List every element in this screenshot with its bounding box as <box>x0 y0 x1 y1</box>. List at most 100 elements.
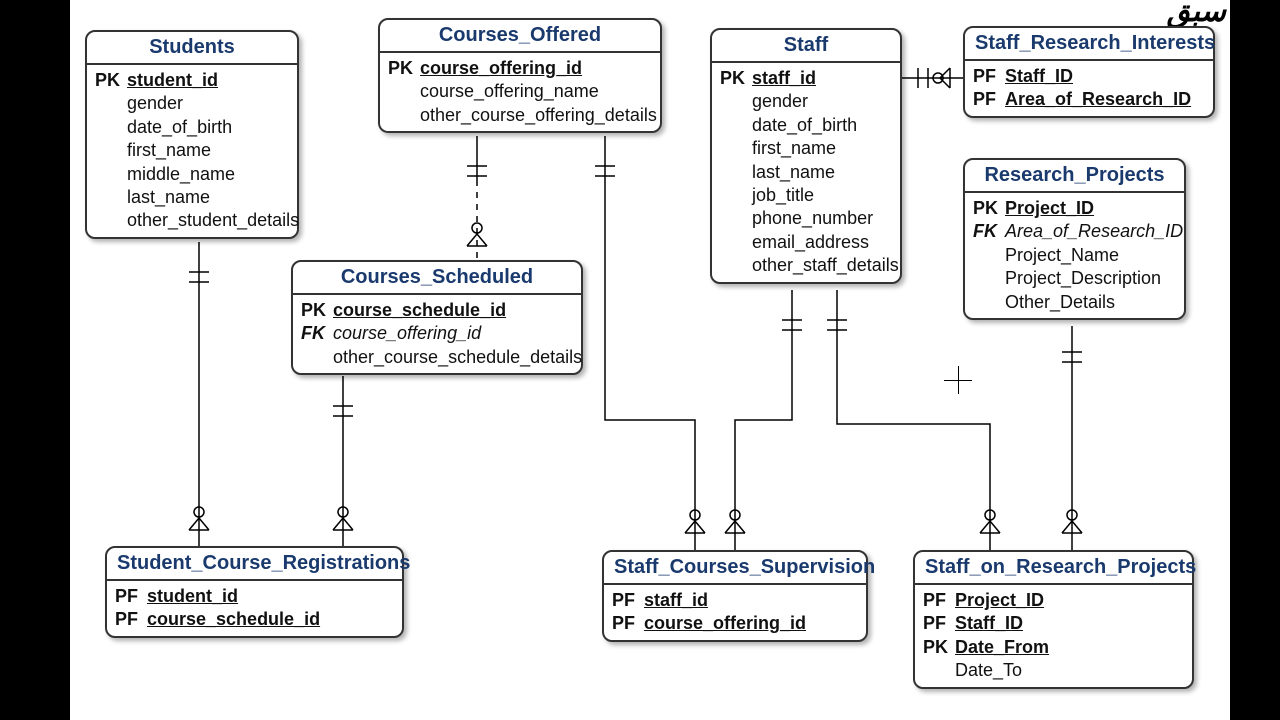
key-indicator <box>388 80 420 103</box>
attribute-row: date_of_birth <box>95 116 289 139</box>
key-indicator <box>95 186 127 209</box>
attribute-row: Project_Description <box>973 267 1176 290</box>
entity-attrs: PKstaff_idgenderdate_of_birthfirst_namel… <box>712 63 900 282</box>
attribute-row: PFstudent_id <box>115 585 394 608</box>
entity-attrs: PFProject_IDPFStaff_IDPKDate_FromDate_To <box>915 585 1192 687</box>
attribute-row: other_course_offering_details <box>388 104 652 127</box>
attribute-row: FKArea_of_Research_ID <box>973 220 1176 243</box>
entity-attrs: PKstudent_idgenderdate_of_birthfirst_nam… <box>87 65 297 237</box>
entity-attrs: PFStaff_IDPFArea_of_Research_ID <box>965 61 1213 116</box>
entity-attrs: PFstudent_idPFcourse_schedule_id <box>107 581 402 636</box>
attribute-row: gender <box>95 92 289 115</box>
attribute-row: PKcourse_schedule_id <box>301 299 573 322</box>
attribute-name: course_schedule_id <box>147 608 320 631</box>
entity-staff-on-research-projects: Staff_on_Research_Projects PFProject_IDP… <box>913 550 1194 689</box>
key-indicator <box>95 116 127 139</box>
attribute-name: student_id <box>127 69 218 92</box>
attribute-name: last_name <box>752 161 835 184</box>
entity-attrs: PKcourse_offering_idcourse_offering_name… <box>380 53 660 131</box>
entity-title: Staff_on_Research_Projects <box>915 552 1192 585</box>
entity-courses-scheduled: Courses_Scheduled PKcourse_schedule_idFK… <box>291 260 583 375</box>
entity-title: Courses_Offered <box>380 20 660 53</box>
attribute-row: PFStaff_ID <box>973 65 1205 88</box>
diagram-canvas: سبق <box>70 0 1230 720</box>
key-indicator: PF <box>115 585 147 608</box>
entity-title: Courses_Scheduled <box>293 262 581 295</box>
attribute-name: middle_name <box>127 163 235 186</box>
key-indicator: PF <box>973 88 1005 111</box>
attribute-row: Date_To <box>923 659 1184 682</box>
key-indicator <box>388 104 420 127</box>
key-indicator: PK <box>95 69 127 92</box>
key-indicator: PF <box>612 589 644 612</box>
attribute-name: course_offering_id <box>644 612 806 635</box>
attribute-name: Other_Details <box>1005 291 1115 314</box>
attribute-name: Date_From <box>955 636 1049 659</box>
attribute-name: Staff_ID <box>955 612 1023 635</box>
attribute-name: email_address <box>752 231 869 254</box>
attribute-name: other_staff_details <box>752 254 899 277</box>
attribute-name: staff_id <box>644 589 708 612</box>
attribute-row: PFstaff_id <box>612 589 858 612</box>
key-indicator <box>720 254 752 277</box>
attribute-name: course_offering_id <box>420 57 582 80</box>
key-indicator <box>95 92 127 115</box>
attribute-name: Date_To <box>955 659 1022 682</box>
attribute-row: Other_Details <box>973 291 1176 314</box>
key-indicator <box>720 161 752 184</box>
key-indicator <box>720 90 752 113</box>
key-indicator: FK <box>973 220 1005 243</box>
attribute-name: first_name <box>127 139 211 162</box>
entity-attrs: PKcourse_schedule_idFKcourse_offering_id… <box>293 295 581 373</box>
attribute-name: staff_id <box>752 67 816 90</box>
key-indicator <box>95 163 127 186</box>
key-indicator: PK <box>973 197 1005 220</box>
key-indicator <box>95 139 127 162</box>
attribute-row: job_title <box>720 184 892 207</box>
entity-title: Research_Projects <box>965 160 1184 193</box>
entity-attrs: PKProject_IDFKArea_of_Research_IDProject… <box>965 193 1184 318</box>
key-indicator: PF <box>923 612 955 635</box>
attribute-name: other_course_schedule_details <box>333 346 582 369</box>
attribute-row: PKProject_ID <box>973 197 1176 220</box>
attribute-name: date_of_birth <box>752 114 857 137</box>
entity-staff: Staff PKstaff_idgenderdate_of_birthfirst… <box>710 28 902 284</box>
attribute-row: PKcourse_offering_id <box>388 57 652 80</box>
attribute-name: Project_Name <box>1005 244 1119 267</box>
key-indicator <box>301 346 333 369</box>
attribute-name: Project_ID <box>1005 197 1094 220</box>
attribute-name: first_name <box>752 137 836 160</box>
attribute-row: email_address <box>720 231 892 254</box>
attribute-row: PFArea_of_Research_ID <box>973 88 1205 111</box>
key-indicator: PF <box>923 589 955 612</box>
attribute-row: gender <box>720 90 892 113</box>
key-indicator <box>95 209 127 232</box>
watermark-logo: سبق <box>1167 0 1226 29</box>
attribute-name: gender <box>752 90 808 113</box>
key-indicator <box>720 114 752 137</box>
attribute-row: PFProject_ID <box>923 589 1184 612</box>
attribute-row: middle_name <box>95 163 289 186</box>
attribute-row: PKstudent_id <box>95 69 289 92</box>
key-indicator <box>720 231 752 254</box>
attribute-name: course_schedule_id <box>333 299 506 322</box>
attribute-row: Project_Name <box>973 244 1176 267</box>
entity-students: Students PKstudent_idgenderdate_of_birth… <box>85 30 299 239</box>
key-indicator <box>720 207 752 230</box>
attribute-row: other_staff_details <box>720 254 892 277</box>
attribute-name: course_offering_id <box>333 322 481 345</box>
key-indicator: PF <box>115 608 147 631</box>
entity-title: Student_Course_Registrations <box>107 548 402 581</box>
key-indicator: PK <box>301 299 333 322</box>
key-indicator <box>720 184 752 207</box>
attribute-name: Staff_ID <box>1005 65 1073 88</box>
key-indicator: PK <box>388 57 420 80</box>
attribute-name: Project_ID <box>955 589 1044 612</box>
entity-attrs: PFstaff_idPFcourse_offering_id <box>604 585 866 640</box>
attribute-row: PKstaff_id <box>720 67 892 90</box>
attribute-row: last_name <box>720 161 892 184</box>
attribute-row: other_course_schedule_details <box>301 346 573 369</box>
key-indicator: PF <box>612 612 644 635</box>
key-indicator <box>973 244 1005 267</box>
entity-research-projects: Research_Projects PKProject_IDFKArea_of_… <box>963 158 1186 320</box>
